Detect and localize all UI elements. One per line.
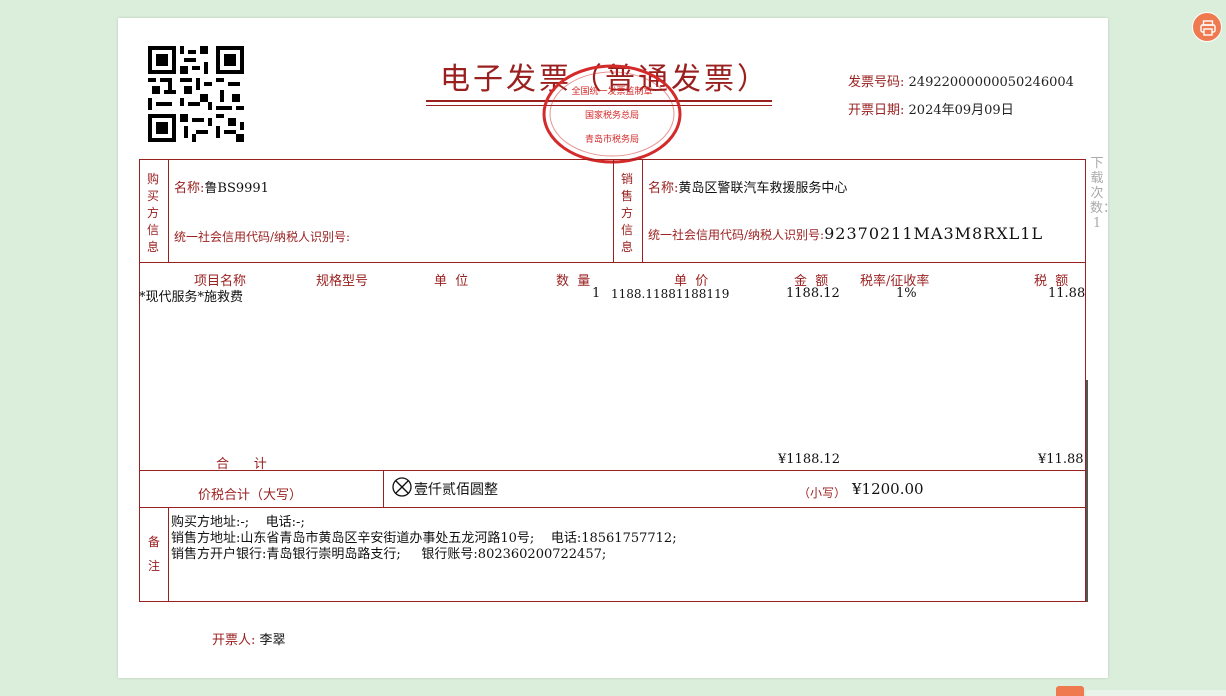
col-rate: 税率/征收率 [860,274,930,289]
row-qty: 1 [592,286,601,301]
tax-seal: 全国统一发票监制章 国家税务总局 青岛市税务局 [542,64,682,164]
grand-total-small-label: （小写） [798,486,847,500]
row-rate: 1% [896,286,917,301]
invoice-date-row: 开票日期: 2024年09月09日 [848,99,1014,118]
download-count-note: 下载次数：1 [1090,156,1117,231]
row-tax: 11.88 [1048,286,1086,301]
invoice-number: 24922000000050246004 [908,75,1074,90]
seller-label-divider [642,159,643,262]
row-item-name: *现代服务*施救费 [139,290,244,305]
total-divider [139,470,1086,471]
remarks-section-label: 备注 [147,535,160,573]
col-spec: 规格型号 [316,274,369,289]
printer-icon [1200,20,1216,36]
seal-text-mid: 国家税务总局 [585,109,639,121]
seller-name-row: 名称:黄岛区警联汽车救援服务中心 [648,177,847,196]
party-divider [139,262,1086,263]
print-button[interactable] [1192,12,1222,42]
buyer-section-label: 购买方信息 [146,172,159,254]
bottom-strip [1086,690,1226,696]
remarks-label-divider [168,507,169,602]
row-amount: 1188.12 [786,286,840,301]
issuer-label: 开票人: [212,633,256,648]
grand-total-label: 价税合计（大写） [198,488,303,503]
issuer-name: 李翠 [259,633,286,648]
buyer-name: 鲁BS9991 [204,181,269,196]
issuer-row: 开票人: 李翠 [212,629,286,648]
buyer-name-label: 名称: [174,181,205,196]
party-middle-divider [613,159,614,262]
seller-tax-row: 统一社会信用代码/纳税人识别号:92370211MA3M8RXL1L [648,224,1043,243]
invoice-number-label: 发票号码: [848,75,905,90]
buyer-tax-label: 统一社会信用代码/纳税人识别号: [174,230,351,244]
grand-total-uppercase: 壹仟贰佰圆整 [414,482,498,498]
invoice-number-row: 发票号码: 24922000000050246004 [848,71,1074,90]
circle-x-icon [392,477,412,497]
grand-total-small: ¥1200.00 [852,480,924,498]
seller-name-label: 名称: [648,181,679,196]
seller-tax-id: 92370211MA3M8RXL1L [824,224,1044,243]
seller-tax-label: 统一社会信用代码/纳税人识别号: [648,228,825,242]
seller-section-label: 销售方信息 [620,172,633,254]
buyer-label-divider [168,159,169,262]
seal-text-top: 全国统一发票监制章 [571,85,652,97]
remarks-line-3: 销售方开户银行:青岛银行崇明岛路支行; 银行账号:802360200722457… [171,547,607,562]
buyer-tax-row: 统一社会信用代码/纳税人识别号: [174,228,350,245]
grand-total-divider [139,507,1086,508]
corner-app-icon[interactable] [1056,686,1084,696]
total-amount: ¥1188.12 [778,452,841,467]
scrollbar[interactable] [1086,380,1088,602]
invoice-date-label: 开票日期: [848,103,905,118]
col-unit: 单 位 [434,274,469,289]
qr-code [148,46,244,142]
invoice-paper: 电子发票（普通发票） 全国统一发票监制章 国家税务总局 青岛市税务局 发票号码:… [118,18,1117,678]
invoice-date: 2024年09月09日 [908,103,1014,118]
row-price: 1188.11881188119 [611,287,730,301]
grand-total-label-divider [383,470,384,507]
total-tax: ¥11.88 [1038,452,1084,467]
total-label: 合 计 [216,457,267,472]
seal-text-bottom: 青岛市税务局 [585,133,639,145]
buyer-name-row: 名称:鲁BS9991 [174,177,269,196]
seller-name: 黄岛区警联汽车救援服务中心 [678,181,848,196]
col-qty: 数 量 [556,274,591,289]
